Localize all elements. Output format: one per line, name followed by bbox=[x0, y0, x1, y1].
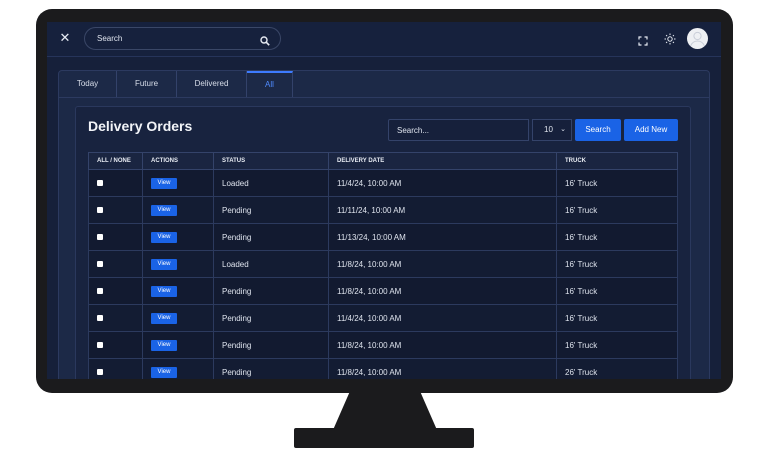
global-search-input[interactable] bbox=[97, 31, 247, 46]
row-status: Pending bbox=[213, 277, 329, 305]
row-checkbox[interactable] bbox=[97, 342, 103, 349]
table-row[interactable]: View Pending 11/8/24, 10:00 AM 16' Truck bbox=[88, 277, 678, 305]
row-actions-cell: View bbox=[142, 277, 214, 305]
monitor-stand-base bbox=[294, 428, 474, 448]
table-row[interactable]: View Loaded 11/8/24, 10:00 AM 16' Truck bbox=[88, 250, 678, 278]
table-row[interactable]: View Pending 11/8/24, 10:00 AM 26' Truck bbox=[88, 358, 678, 379]
column-header-actions: ACTIONS bbox=[142, 152, 214, 170]
view-button[interactable]: View bbox=[151, 367, 177, 378]
top-bar: ✕ bbox=[47, 22, 721, 57]
row-checkbox[interactable] bbox=[97, 315, 103, 322]
table-row[interactable]: View Pending 11/13/24, 10:00 AM 16' Truck bbox=[88, 223, 678, 251]
row-truck: 16' Truck bbox=[556, 277, 678, 305]
row-select-cell bbox=[88, 358, 143, 379]
row-delivery-date: 11/8/24, 10:00 AM bbox=[328, 277, 557, 305]
row-delivery-date: 11/8/24, 10:00 AM bbox=[328, 250, 557, 278]
column-header-truck[interactable]: TRUCK bbox=[556, 152, 678, 170]
row-delivery-date: 11/8/24, 10:00 AM bbox=[328, 331, 557, 359]
row-checkbox[interactable] bbox=[97, 369, 103, 376]
row-truck: 26' Truck bbox=[556, 358, 678, 379]
row-actions-cell: View bbox=[142, 250, 214, 278]
avatar-icon[interactable] bbox=[687, 28, 708, 49]
row-status: Pending bbox=[213, 304, 329, 332]
row-actions-cell: View bbox=[142, 196, 214, 224]
chevron-down-icon: ⌄ bbox=[560, 126, 566, 133]
view-button[interactable]: View bbox=[151, 286, 177, 297]
row-truck: 16' Truck bbox=[556, 169, 678, 197]
row-actions-cell: View bbox=[142, 358, 214, 379]
row-select-cell bbox=[88, 277, 143, 305]
table-row[interactable]: View Pending 11/11/24, 10:00 AM 16' Truck bbox=[88, 196, 678, 224]
row-actions-cell: View bbox=[142, 223, 214, 251]
row-delivery-date: 11/8/24, 10:00 AM bbox=[328, 358, 557, 379]
row-select-cell bbox=[88, 304, 143, 332]
orders-search-input[interactable] bbox=[388, 119, 529, 141]
search-button[interactable]: Search bbox=[575, 119, 621, 141]
table-row[interactable]: View Pending 11/4/24, 10:00 AM 16' Truck bbox=[88, 304, 678, 332]
orders-panel: Today Future Delivered All Delivery Orde… bbox=[58, 70, 710, 379]
row-checkbox[interactable] bbox=[97, 288, 103, 295]
row-truck: 16' Truck bbox=[556, 304, 678, 332]
sun-icon[interactable] bbox=[664, 32, 676, 50]
column-header-delivery-date[interactable]: DELIVERY DATE bbox=[328, 152, 557, 170]
view-button[interactable]: View bbox=[151, 313, 177, 324]
search-icon[interactable] bbox=[260, 33, 270, 51]
page-title: Delivery Orders bbox=[88, 118, 193, 134]
tab-all[interactable]: All bbox=[247, 71, 293, 97]
global-search[interactable] bbox=[84, 27, 281, 50]
row-delivery-date: 11/13/24, 10:00 AM bbox=[328, 223, 557, 251]
close-icon[interactable]: ✕ bbox=[57, 30, 73, 46]
row-select-cell bbox=[88, 331, 143, 359]
column-header-status[interactable]: STATUS bbox=[213, 152, 329, 170]
row-status: Loaded bbox=[213, 250, 329, 278]
orders-table: ALL / NONE ACTIONS STATUS DELIVERY DATE … bbox=[88, 152, 678, 379]
row-status: Loaded bbox=[213, 169, 329, 197]
monitor-stand-neck bbox=[333, 392, 437, 430]
view-button[interactable]: View bbox=[151, 205, 177, 216]
row-delivery-date: 11/4/24, 10:00 AM bbox=[328, 169, 557, 197]
row-status: Pending bbox=[213, 358, 329, 379]
row-truck: 16' Truck bbox=[556, 331, 678, 359]
row-select-cell bbox=[88, 169, 143, 197]
view-button[interactable]: View bbox=[151, 259, 177, 270]
row-status: Pending bbox=[213, 223, 329, 251]
row-actions-cell: View bbox=[142, 331, 214, 359]
row-select-cell bbox=[88, 250, 143, 278]
column-header-select[interactable]: ALL / NONE bbox=[88, 152, 143, 170]
view-button[interactable]: View bbox=[151, 232, 177, 243]
orders-table-body: View Loaded 11/4/24, 10:00 AM 16' Truck View… bbox=[88, 169, 678, 379]
row-select-cell bbox=[88, 196, 143, 224]
view-button[interactable]: View bbox=[151, 340, 177, 351]
row-truck: 16' Truck bbox=[556, 250, 678, 278]
row-truck: 16' Truck bbox=[556, 196, 678, 224]
row-delivery-date: 11/4/24, 10:00 AM bbox=[328, 304, 557, 332]
page-size-value: 10 bbox=[544, 125, 553, 134]
page-size-select[interactable]: 10 ⌄ bbox=[532, 119, 572, 141]
add-new-button[interactable]: Add New bbox=[624, 119, 678, 141]
table-row[interactable]: View Loaded 11/4/24, 10:00 AM 16' Truck bbox=[88, 169, 678, 197]
row-checkbox[interactable] bbox=[97, 180, 103, 187]
table-header-row: ALL / NONE ACTIONS STATUS DELIVERY DATE … bbox=[88, 152, 678, 170]
table-row[interactable]: View Pending 11/8/24, 10:00 AM 16' Truck bbox=[88, 331, 678, 359]
row-checkbox[interactable] bbox=[97, 207, 103, 214]
fullscreen-icon[interactable] bbox=[638, 33, 648, 51]
tab-today[interactable]: Today bbox=[59, 71, 117, 97]
tab-future[interactable]: Future bbox=[117, 71, 177, 97]
view-button[interactable]: View bbox=[151, 178, 177, 189]
row-select-cell bbox=[88, 223, 143, 251]
app-screen: ✕ Today Future bbox=[47, 22, 721, 379]
row-status: Pending bbox=[213, 331, 329, 359]
row-delivery-date: 11/11/24, 10:00 AM bbox=[328, 196, 557, 224]
row-checkbox[interactable] bbox=[97, 234, 103, 241]
row-truck: 16' Truck bbox=[556, 223, 678, 251]
row-actions-cell: View bbox=[142, 169, 214, 197]
tab-bar: Today Future Delivered All bbox=[59, 71, 709, 98]
row-actions-cell: View bbox=[142, 304, 214, 332]
row-status: Pending bbox=[213, 196, 329, 224]
delivery-orders-card: Delivery Orders 10 ⌄ Search Add New ALL … bbox=[75, 106, 691, 379]
tab-delivered[interactable]: Delivered bbox=[177, 71, 247, 97]
row-checkbox[interactable] bbox=[97, 261, 103, 268]
